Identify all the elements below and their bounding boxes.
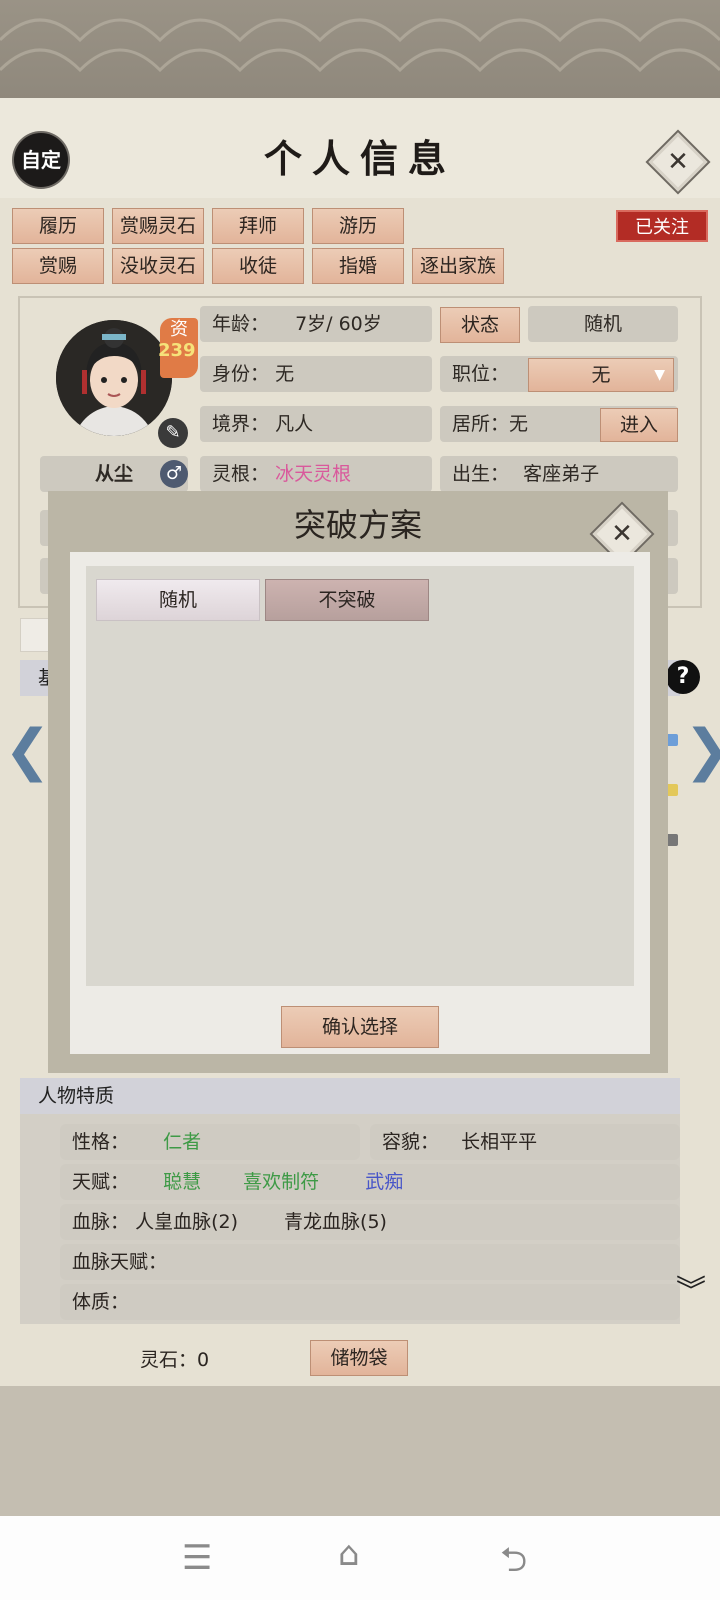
spirit-stone-count: 灵石：0 bbox=[140, 1349, 210, 1371]
identity-value: 无 bbox=[275, 363, 295, 385]
aptitude-label: 资 bbox=[170, 319, 188, 340]
appearance-value: 长相平平 bbox=[461, 1131, 538, 1153]
male-gender-icon: ♂ bbox=[160, 460, 188, 488]
home-icon[interactable]: ⌂ bbox=[338, 1534, 360, 1574]
reward-button[interactable]: 赏赐 bbox=[12, 248, 104, 284]
confirm-selection-button[interactable]: 确认选择 bbox=[281, 1006, 439, 1048]
physique-row: 体质： bbox=[60, 1284, 680, 1320]
residence-label: 居所：无 bbox=[452, 413, 529, 435]
personality-row: 性格： 仁者 bbox=[60, 1124, 360, 1160]
help-icon[interactable]: ? bbox=[666, 660, 700, 694]
bloodline-1: 人皇血脉(2) bbox=[135, 1211, 238, 1233]
birth-label: 出生： bbox=[452, 463, 510, 485]
status-value[interactable]: 随机 bbox=[528, 306, 678, 342]
age-label: 年龄： bbox=[212, 313, 270, 335]
back-icon[interactable]: ⮌ bbox=[500, 1536, 527, 1593]
character-name: 从尘 bbox=[94, 463, 133, 485]
talent-label: 天赋： bbox=[72, 1171, 130, 1193]
panel-bottom bbox=[0, 1386, 720, 1516]
personality-value: 仁者 bbox=[163, 1131, 202, 1153]
bloodline-label: 血脉： bbox=[72, 1211, 130, 1233]
enter-button[interactable]: 进入 bbox=[600, 408, 678, 442]
storage-bag-button[interactable]: 储物袋 bbox=[310, 1340, 408, 1376]
position-label: 职位： bbox=[452, 363, 510, 385]
talent-row: 天赋： 聪慧 喜欢制符 武痴 bbox=[60, 1164, 680, 1200]
scroll-down-icon[interactable]: ︾ bbox=[676, 1277, 706, 1307]
option-random[interactable]: 随机 bbox=[96, 579, 260, 621]
next-arrow-icon[interactable]: ❯ bbox=[684, 718, 720, 783]
realm-label: 境界： bbox=[212, 413, 270, 435]
dialog-title: 突破方案 bbox=[293, 506, 422, 544]
bloodline-talent-label: 血脉天赋： bbox=[72, 1251, 168, 1273]
birth-value: 客座弟子 bbox=[523, 463, 600, 485]
age-cell: 年龄： 7岁/ 60岁 bbox=[200, 306, 432, 342]
traits-section-header: 人物特质 bbox=[20, 1078, 680, 1114]
travel-button[interactable]: 游历 bbox=[312, 208, 404, 244]
appearance-label: 容貌： bbox=[382, 1131, 440, 1153]
status-button[interactable]: 状态 bbox=[440, 307, 520, 343]
close-button[interactable]: ✕ bbox=[645, 129, 711, 195]
system-navigation-bar bbox=[0, 1516, 720, 1600]
wave-banner bbox=[0, 0, 720, 100]
arrange-marriage-button[interactable]: 指婚 bbox=[312, 248, 404, 284]
identity-cell: 身份： 无 bbox=[200, 356, 432, 392]
previous-arrow-icon[interactable]: ❮ bbox=[4, 718, 51, 783]
talent-1: 聪慧 bbox=[163, 1171, 202, 1193]
option-no-breakthrough[interactable]: 不突破 bbox=[265, 579, 429, 621]
close-icon: ✕ bbox=[667, 147, 689, 177]
history-button[interactable]: 履历 bbox=[12, 208, 104, 244]
position-value: 无 bbox=[591, 364, 611, 386]
spirit-root-cell: 灵根： 冰天灵根 bbox=[200, 456, 432, 492]
age-value: 7岁/ 60岁 bbox=[295, 313, 382, 335]
bloodline-2: 青龙血脉(5) bbox=[284, 1211, 387, 1233]
expel-button[interactable]: 逐出家族 bbox=[412, 248, 504, 284]
reward-spirit-stone-button[interactable]: 赏赐灵石 bbox=[112, 208, 204, 244]
character-avatar[interactable] bbox=[56, 320, 172, 436]
menu-icon[interactable]: ☰ bbox=[182, 1538, 212, 1578]
physique-label: 体质： bbox=[72, 1291, 130, 1313]
followed-badge[interactable]: 已关注 bbox=[616, 210, 708, 242]
take-disciple-button[interactable]: 收徒 bbox=[212, 248, 304, 284]
realm-cell: 境界： 凡人 bbox=[200, 406, 432, 442]
realm-value: 凡人 bbox=[275, 413, 314, 435]
traits-section-title: 人物特质 bbox=[38, 1085, 115, 1107]
talent-3: 武痴 bbox=[365, 1171, 404, 1193]
identity-label: 身份： bbox=[212, 363, 270, 385]
option-list bbox=[86, 566, 634, 986]
spirit-root-value: 冰天灵根 bbox=[275, 463, 352, 485]
birth-cell: 出生： 客座弟子 bbox=[440, 456, 678, 492]
chevron-down-icon: ▼ bbox=[654, 367, 665, 383]
bloodline-row: 血脉： 人皇血脉(2) 青龙血脉(5) bbox=[60, 1204, 680, 1240]
aptitude-value: 239 bbox=[158, 340, 196, 361]
spirit-root-label: 灵根： bbox=[212, 463, 270, 485]
position-dropdown[interactable]: 无 ▼ bbox=[528, 358, 674, 392]
bloodline-talent-row: 血脉天赋： bbox=[60, 1244, 680, 1280]
appearance-row: 容貌： 长相平平 bbox=[370, 1124, 680, 1160]
talent-2: 喜欢制符 bbox=[243, 1171, 320, 1193]
portrait-image bbox=[56, 320, 172, 436]
page-title: 个人信息 bbox=[263, 136, 456, 181]
confiscate-spirit-stone-button[interactable]: 没收灵石 bbox=[112, 248, 204, 284]
personality-label: 性格： bbox=[72, 1131, 130, 1153]
edit-pen-icon[interactable]: ✎ bbox=[158, 418, 188, 448]
apprentice-button[interactable]: 拜师 bbox=[212, 208, 304, 244]
